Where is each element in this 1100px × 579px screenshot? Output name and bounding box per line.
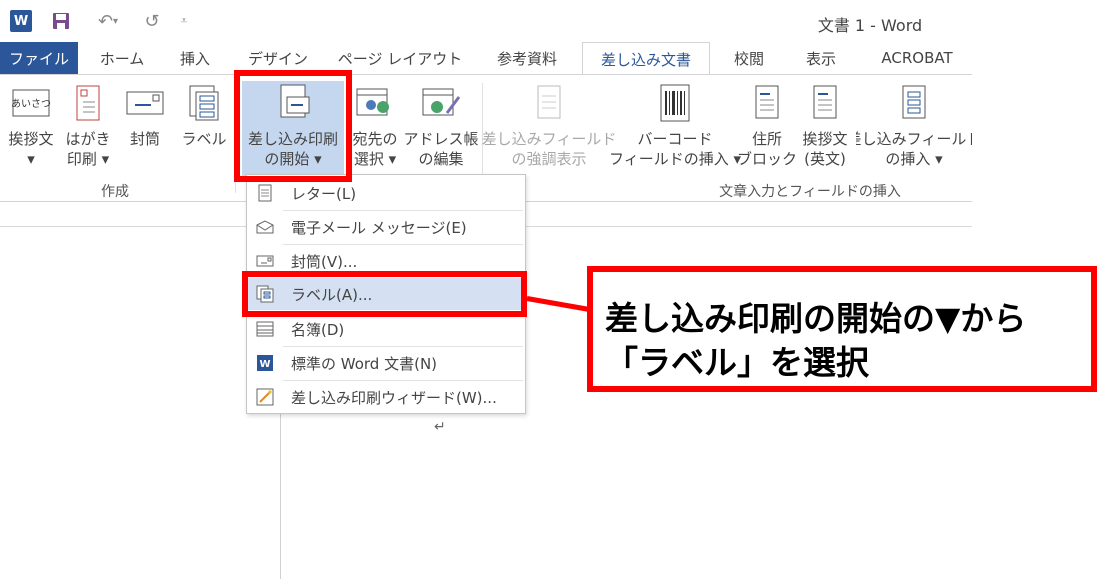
callout-line-2: 「ラベル」を選択 [605, 343, 869, 382]
group-label-write-insert: 文章入力とフィールドの挿入 [719, 184, 901, 200]
tab-view[interactable]: 表示 [790, 42, 852, 74]
recipients-icon [355, 83, 395, 123]
address-block-button[interactable]: 住所 ブロック [737, 81, 797, 179]
directory-icon [255, 319, 275, 339]
customize-toolbar-icon[interactable]: ⩡ [176, 9, 192, 33]
wizard-icon [255, 387, 275, 407]
edit-recipient-list-button[interactable]: アドレス帳 の編集 [404, 81, 479, 179]
envelope-icon [125, 83, 165, 123]
email-icon [255, 217, 275, 237]
instruction-callout: 差し込み印刷の開始の▼から 「ラベル」を選択 [587, 266, 1097, 392]
paragraph-mark: ↵ [434, 419, 446, 435]
tab-mailings[interactable]: 差し込み文書 [582, 42, 710, 75]
label-sheet-icon [184, 83, 224, 123]
word-doc-icon: W [255, 353, 275, 373]
edit-list-icon [421, 83, 461, 123]
word-window: W ↶ ▾ ↺ ⩡ 文書 1 - Word ファイル ホーム 挿入 デザイン ペー… [0, 0, 1100, 579]
tab-home[interactable]: ホーム [86, 42, 158, 74]
save-icon[interactable] [48, 9, 74, 33]
undo-icon[interactable]: ↶ ▾ [88, 9, 128, 33]
highlight-box-start-merge [234, 70, 352, 182]
ribbon-tabs: ファイル ホーム 挿入 デザイン ページ レイアウト 参考資料 差し込み文書 校… [0, 42, 1100, 75]
tab-acrobat[interactable]: ACROBAT [862, 42, 972, 74]
label-button[interactable]: ラベル [176, 81, 232, 179]
envelope-button[interactable]: 封筒 [118, 81, 172, 179]
tab-references[interactable]: 参考資料 [480, 42, 574, 74]
group-label-create: 作成 [101, 184, 129, 200]
barcode-icon [655, 83, 695, 123]
tab-insert[interactable]: 挿入 [164, 42, 226, 74]
insert-field-icon [894, 83, 934, 123]
word-app-icon[interactable]: W [8, 9, 34, 33]
menu-item-directory[interactable]: 名簿(D) [247, 313, 525, 345]
menu-item-normal-word-doc[interactable]: W 標準の Word 文書(N) [247, 347, 525, 379]
redo-icon[interactable]: ↺ [140, 9, 164, 33]
menu-item-wizard[interactable]: 差し込み印刷ウィザード(W)... [247, 381, 525, 413]
postcard-print-button[interactable]: はがき 印刷 ▾ [60, 81, 116, 179]
window-title: 文書 1 - Word [817, 16, 923, 35]
postcard-icon [68, 83, 108, 123]
title-bar: W ↶ ▾ ↺ ⩡ 文書 1 - Word [0, 0, 1100, 42]
highlight-merge-fields-button[interactable]: 差し込みフィールド の強調表示 [482, 81, 616, 179]
greeting-line-button[interactable]: 挨拶文 (英文) [796, 81, 854, 179]
tab-file[interactable]: ファイル [0, 42, 78, 74]
greeting-button[interactable]: あいさつ 挨拶文 ▾ [2, 81, 60, 179]
highlight-fields-icon [529, 83, 569, 123]
greeting-line-icon [805, 83, 845, 123]
highlight-box-labels [242, 271, 527, 317]
envelope-icon [255, 251, 275, 271]
tab-review[interactable]: 校閲 [718, 42, 780, 74]
callout-connector [526, 296, 589, 312]
address-block-icon [747, 83, 787, 123]
menu-item-email[interactable]: 電子メール メッセージ(E) [247, 211, 525, 243]
insert-merge-field-button[interactable]: 差し込みフィールド の挿入 ▾ [856, 81, 972, 179]
svg-text:W: W [259, 359, 270, 370]
select-recipients-button[interactable]: 宛先の 選択 ▾ [348, 81, 402, 179]
callout-line-1: 差し込み印刷の開始の▼から [605, 299, 1027, 338]
svg-text:あいさつ: あいさつ [11, 98, 51, 110]
barcode-field-button[interactable]: バーコード フィールドの挿入 ▾ [609, 81, 741, 179]
letter-icon [255, 183, 275, 203]
greeting-card-icon: あいさつ [11, 83, 51, 123]
